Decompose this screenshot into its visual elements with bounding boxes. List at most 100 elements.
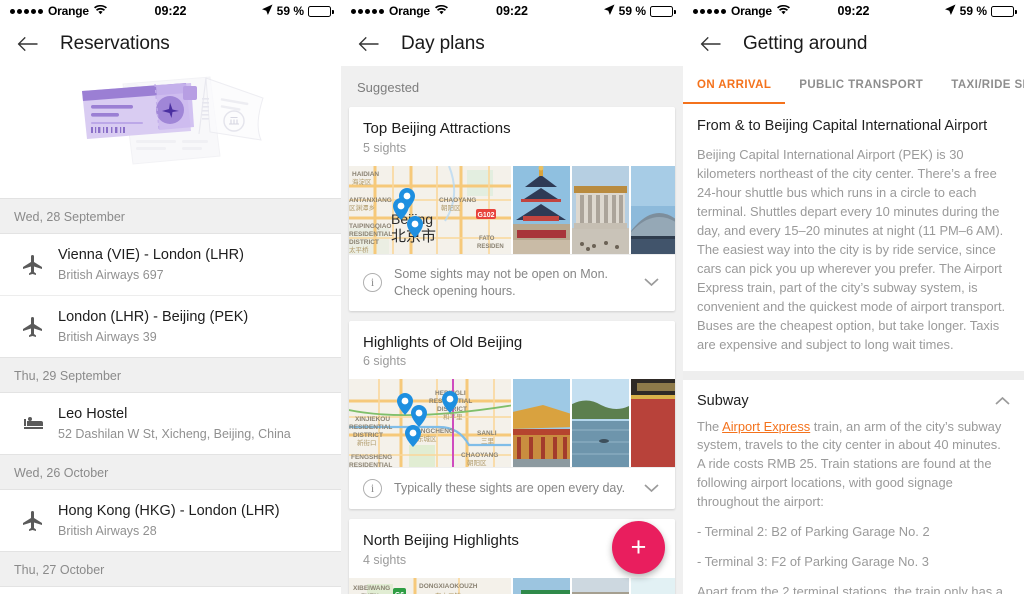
sight-photo-temple-of-heaven[interactable] [513,165,570,254]
back-arrow-icon[interactable] [355,31,381,57]
add-plan-fab[interactable]: + [612,521,665,574]
list-item-subtitle: British Airways 39 [58,329,157,344]
chevron-down-icon[interactable] [644,275,663,290]
tab-public-transport[interactable]: PUBLIC TRANSPORT [785,66,937,104]
sight-photo-pavilion[interactable] [513,379,570,468]
list-item[interactable]: London (LHR) - Beijing (PEK) British Air… [0,295,341,358]
boarding-pass-illustration [0,66,341,198]
airplane-icon [8,253,58,277]
date-header: Thu, 27 October [0,552,341,587]
tab-on-arrival[interactable]: ON ARRIVAL [683,66,786,104]
battery-icon [650,5,676,17]
reservations-list: Wed, 28 September Vienna (VIE) - London … [0,199,341,594]
page-title: Day plans [401,33,485,54]
date-header: Wed, 28 September [0,199,341,233]
list-item-text: London (LHR) - Beijing (PEK) British Air… [58,308,327,345]
list-item-text: Vienna (VIE) - London (LHR) British Airw… [58,246,327,283]
sight-photo-mausoleum[interactable] [572,165,629,254]
map-thumbnail[interactable]: G6 XIBEIWANG ZHEN DONGXIAOKOUZH 东小口镇 [349,578,511,594]
day-plans-scroll[interactable]: Suggested Top Beijing Attractions 5 sigh… [341,66,683,594]
svg-text:朝阳区: 朝阳区 [467,458,487,467]
svg-text:新街口: 新街口 [357,438,377,447]
svg-text:CHAOYANG: CHAOYANG [439,197,476,204]
subway-p1-before: The [697,418,723,434]
plan-media-strip: G102 HAIDIAN 海淀区 ANTANXIANG 区渊潭乡 TAIPING… [349,165,675,254]
status-bar-left-group: Orange [693,4,838,18]
page-title: Getting around [743,33,868,54]
map-thumbnail[interactable]: HEPINGLI RESIDENTIAL DISTRICT 和平里 XINJIE… [349,379,511,468]
plan-card[interactable]: Top Beijing Attractions 5 sights G102 HA… [349,107,675,311]
list-item-subtitle: British Airways 28 [58,524,157,539]
status-bar-right-group: 59 % [528,4,676,18]
subway-section-header[interactable]: Subway [697,393,1010,418]
reservation-card-group-partial [0,586,341,594]
sight-photo-stone-ruins[interactable] [572,578,629,594]
svg-text:XIBEIWANG: XIBEIWANG [353,585,390,592]
tab-label: ON ARRIVAL [697,79,772,91]
status-bar-left-group: Orange [10,4,155,18]
signal-dots-icon [10,8,43,14]
page-title: Reservations [60,33,170,54]
svg-text:XINJIEKOU: XINJIEKOU [355,416,390,423]
list-item[interactable]: Leo Hostel 52 Dashilan W St, Xicheng, Be… [0,393,341,455]
reservation-card-group: Vienna (VIE) - London (LHR) British Airw… [0,233,341,359]
carrier-name: Orange [48,4,89,18]
list-item[interactable]: Hong Kong (HKG) - London (LHR) British A… [0,490,341,552]
plan-note[interactable]: i Typically these sights are open every … [349,467,675,509]
screen-day-plans: Orange 09:22 59 % Day plans Suggested To… [341,0,683,594]
status-bar-right-group: 59 % [870,4,1017,18]
svg-text:RESIDENTIAL: RESIDENTIAL [349,231,392,238]
article-scroll[interactable]: From & to Beijing Capital International … [683,104,1024,594]
list-item-subtitle: 52 Dashilan W St, Xicheng, Beijing, Chin… [58,427,291,442]
chevron-down-icon[interactable] [644,481,663,496]
svg-text:TAIPINGQIAO: TAIPINGQIAO [349,223,392,230]
svg-text:RESIDENTIAL: RESIDENTIAL [349,424,392,431]
map-thumbnail[interactable]: G102 HAIDIAN 海淀区 ANTANXIANG 区渊潭乡 TAIPING… [349,165,511,254]
svg-text:海淀区: 海淀区 [352,177,372,186]
svg-text:区渊潭乡: 区渊潭乡 [349,203,375,212]
wifi-icon [776,4,790,18]
svg-text:DONGXIAOKOUZH: DONGXIAOKOUZH [419,583,478,590]
app-bar-mid: Day plans [341,22,683,66]
list-item-title: Vienna (VIE) - London (LHR) [58,247,244,263]
back-arrow-icon[interactable] [697,31,723,57]
chevron-up-icon[interactable] [995,393,1010,408]
plan-card[interactable]: Highlights of Old Beijing 6 sights 和平里 X… [349,320,675,510]
sight-photo-lake[interactable] [572,379,629,468]
sight-photo-partial[interactable] [631,578,675,594]
date-header: Thu, 29 September [0,358,341,393]
signal-dots-icon [351,8,384,14]
subway-bullet: - Terminal 2: B2 of Parking Garage No. 2 [697,524,930,540]
status-bar-left-group: Orange [351,4,496,18]
plan-sight-count: 5 sights [363,140,407,155]
svg-text:SANLI: SANLI [477,430,497,437]
section-title: Subway [697,392,749,409]
airport-article-card: From & to Beijing Capital International … [683,104,1024,371]
status-bar-mid: Orange 09:22 59 % [341,0,683,22]
battery-percent: 59 % [276,4,305,18]
sight-photo-national-theatre[interactable] [631,165,675,254]
svg-text:朝阳区: 朝阳区 [441,203,461,212]
status-bar-time: 09:22 [837,4,870,18]
list-item[interactable]: Vienna (VIE) - London (LHR) British Airw… [0,234,341,296]
svg-text:和平里: 和平里 [443,412,463,421]
plan-note[interactable]: i Some sights may not be open on Mon. Ch… [349,253,675,311]
list-item-subtitle: British Airways 697 [58,267,164,282]
list-item-title: London (LHR) - Beijing (PEK) [58,309,249,326]
svg-text:太平桥: 太平桥 [349,245,369,254]
wifi-icon [434,4,448,18]
airplane-icon [8,315,58,339]
three-phone-screens: Orange 09:22 59 % Reservations Wed, 28 S… [0,0,1024,594]
app-bar-right: Getting around [683,22,1024,66]
svg-text:CHAOYANG: CHAOYANG [461,452,498,459]
sight-photo-red-wall[interactable] [631,379,675,468]
svg-text:G102: G102 [477,212,494,219]
back-arrow-icon[interactable] [14,31,40,57]
plan-sight-count: 6 sights [363,354,407,369]
section-gap [683,370,1024,380]
tab-taxi-ride-services[interactable]: TAXI/RIDE SERV [937,66,1024,104]
sight-photo-green-building[interactable] [513,578,570,594]
plan-media-strip: G6 XIBEIWANG ZHEN DONGXIAOKOUZH 东小口镇 [349,578,675,594]
airport-express-link[interactable]: Airport Express [722,419,810,434]
signal-dots-icon [693,8,726,14]
